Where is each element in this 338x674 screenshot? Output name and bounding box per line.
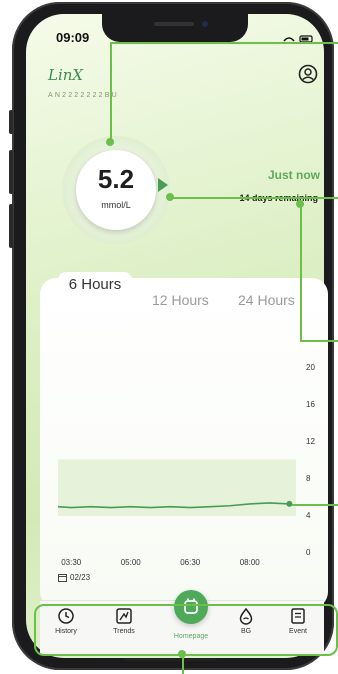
annotation-dot bbox=[166, 193, 174, 201]
last-updated: Just now bbox=[267, 168, 320, 182]
profile-icon[interactable] bbox=[298, 64, 318, 84]
annotation-dot bbox=[296, 200, 304, 208]
mute-switch bbox=[9, 110, 13, 134]
status-time: 09:09 bbox=[56, 30, 90, 45]
tab-24-hours[interactable]: 24 Hours bbox=[238, 292, 295, 308]
annotation-line bbox=[110, 42, 112, 142]
trend-arrow-icon bbox=[158, 178, 168, 192]
calendar-icon bbox=[58, 574, 67, 582]
annotation-line bbox=[170, 197, 338, 199]
volume-down-button bbox=[9, 204, 13, 248]
sensor-serial: AN2222222BU bbox=[48, 92, 119, 99]
chart-card bbox=[40, 278, 328, 608]
annotation-dot bbox=[106, 138, 114, 146]
app-logo: LinX bbox=[48, 66, 84, 84]
notch bbox=[102, 14, 248, 42]
tab-12-hours[interactable]: 12 Hours bbox=[152, 292, 209, 308]
annotation-line bbox=[292, 504, 338, 506]
tab-6-hours[interactable]: 6 Hours bbox=[58, 272, 132, 298]
annotation-line bbox=[110, 42, 338, 44]
chart-date: 02/23 bbox=[70, 573, 91, 582]
glucose-unit: mmol/L bbox=[101, 200, 131, 210]
home-indicator bbox=[124, 658, 216, 661]
annotation-nav-box bbox=[34, 604, 338, 656]
glucose-value: 5.2 bbox=[97, 164, 135, 194]
annotation-line bbox=[300, 204, 302, 342]
annotation-line bbox=[300, 340, 338, 342]
volume-up-button bbox=[9, 150, 13, 194]
annotation-dot bbox=[178, 650, 186, 658]
